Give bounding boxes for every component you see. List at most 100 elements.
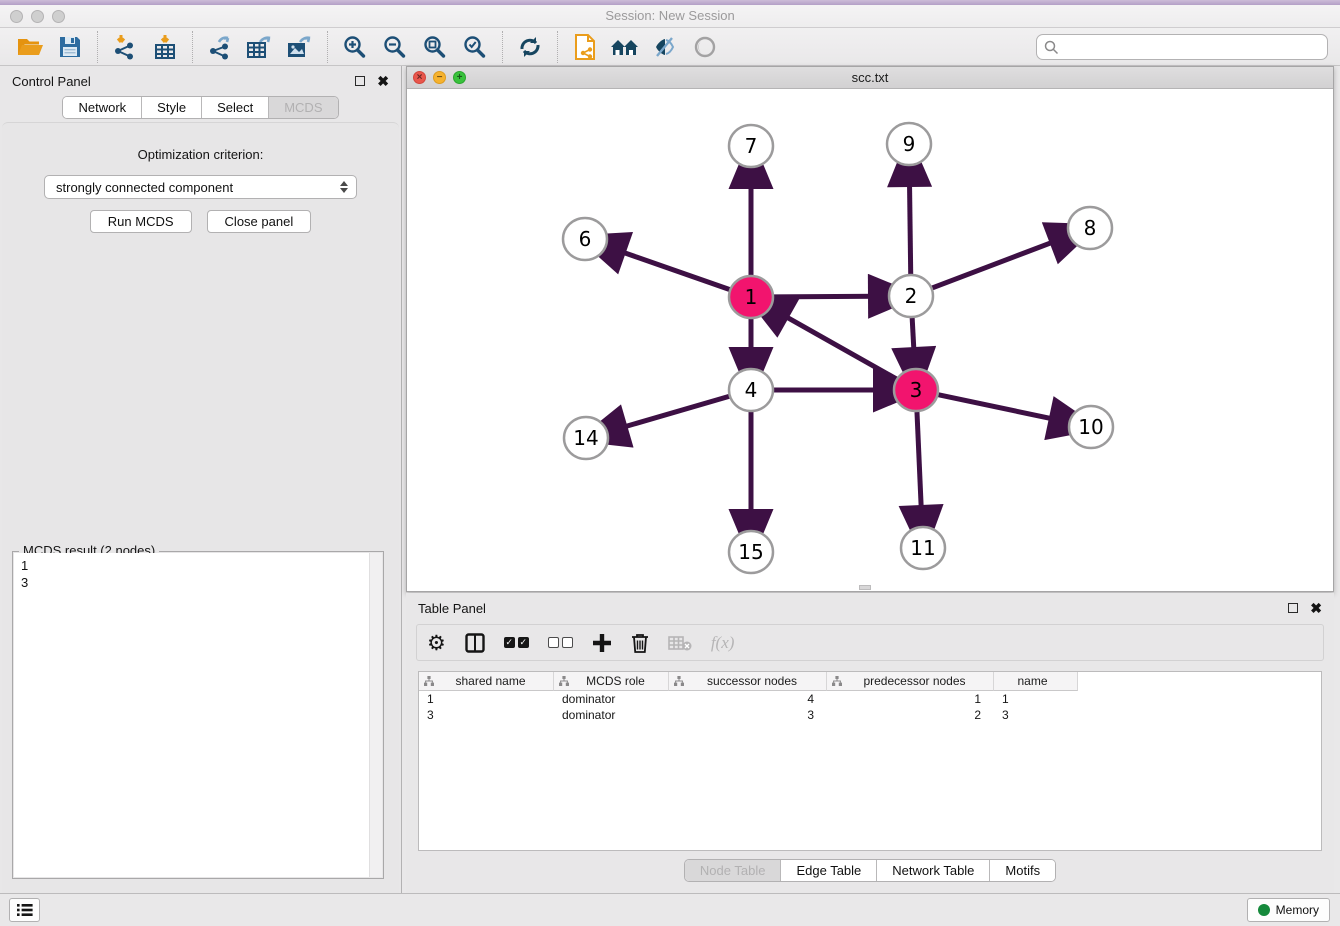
- task-history-button[interactable]: [9, 898, 40, 922]
- edge-2-8[interactable]: [932, 240, 1059, 288]
- node-4[interactable]: 4: [729, 369, 773, 411]
- mcds-result-box: MCDS result (2 nodes) 1 3: [12, 551, 384, 879]
- tab-network-table[interactable]: Network Table: [876, 860, 989, 881]
- main-toolbar: [0, 28, 1340, 66]
- app-title-bar: Session: New Session: [0, 0, 1340, 28]
- apply-layout-icon[interactable]: [510, 31, 550, 63]
- hide-selected-icon[interactable]: [645, 31, 685, 63]
- add-column-icon[interactable]: [592, 633, 612, 653]
- select-all-icon[interactable]: ✓✓: [504, 637, 529, 648]
- table-cell: 3: [669, 707, 827, 723]
- tab-motifs[interactable]: Motifs: [989, 860, 1055, 881]
- control-panel: Control Panel ✖ NetworkStyleSelectMCDS O…: [0, 66, 402, 893]
- mcds-result-text[interactable]: 1 3: [14, 555, 368, 877]
- tab-select[interactable]: Select: [201, 97, 268, 118]
- node-11[interactable]: 11: [901, 527, 945, 569]
- delete-table-icon: [668, 635, 692, 651]
- tab-style[interactable]: Style: [141, 97, 201, 118]
- zoom-in-icon[interactable]: [335, 31, 375, 63]
- table-cell: 3: [419, 707, 554, 723]
- edge-3-11[interactable]: [917, 412, 922, 514]
- export-image-icon[interactable]: [280, 31, 320, 63]
- node-7[interactable]: 7: [729, 125, 773, 167]
- node-1[interactable]: 1: [729, 276, 773, 318]
- network-canvas[interactable]: 7 9 6 8 1 2 4 3 14 10 15 11: [407, 89, 1333, 591]
- home-icon[interactable]: [605, 31, 645, 63]
- attribute-tree-icon: [424, 676, 434, 686]
- memory-button-label: Memory: [1276, 903, 1319, 917]
- column-header-predecessor-nodes[interactable]: predecessor nodes: [827, 672, 994, 691]
- table-row[interactable]: 3dominator323: [419, 707, 1321, 723]
- delete-column-icon[interactable]: [631, 633, 649, 653]
- float-table-panel-icon[interactable]: [1288, 603, 1298, 613]
- memory-status-icon: [1258, 904, 1270, 916]
- edge-1-2[interactable]: [773, 296, 877, 297]
- tab-network[interactable]: Network: [63, 97, 141, 118]
- unselect-all-icon[interactable]: [548, 637, 573, 648]
- mcds-panel: Optimization criterion: strongly connect…: [2, 122, 399, 893]
- clone-network-icon[interactable]: [565, 31, 605, 63]
- memory-button[interactable]: Memory: [1247, 898, 1330, 922]
- column-header-shared-name[interactable]: shared name: [419, 672, 554, 691]
- export-network-icon[interactable]: [200, 31, 240, 63]
- column-header-name[interactable]: name: [994, 672, 1078, 691]
- table-tabs: Node TableEdge TableNetwork TableMotifs: [684, 859, 1056, 882]
- node-6[interactable]: 6: [563, 218, 607, 260]
- zoom-selected-icon[interactable]: [455, 31, 495, 63]
- node-9[interactable]: 9: [887, 123, 931, 165]
- node-table[interactable]: shared nameMCDS rolesuccessor nodesprede…: [418, 671, 1322, 851]
- search-icon: [1044, 40, 1059, 55]
- toolbar-separator: [327, 31, 328, 63]
- edge-3-10[interactable]: [938, 395, 1058, 420]
- tab-mcds[interactable]: MCDS: [268, 97, 337, 118]
- search-input[interactable]: [1064, 37, 1319, 57]
- settings-gear-icon[interactable]: ⚙: [427, 633, 446, 653]
- node-8[interactable]: 8: [1068, 207, 1112, 249]
- import-table-icon[interactable]: [145, 31, 185, 63]
- toolbar-separator: [557, 31, 558, 63]
- save-session-icon[interactable]: [50, 31, 90, 63]
- table-row[interactable]: 1dominator411: [419, 691, 1321, 707]
- status-bar: Memory: [0, 893, 1340, 926]
- node-3[interactable]: 3: [894, 369, 938, 411]
- tab-edge-table[interactable]: Edge Table: [780, 860, 876, 881]
- close-panel-icon[interactable]: ✖: [377, 76, 389, 86]
- export-table-icon[interactable]: [240, 31, 280, 63]
- table-panel: Table Panel ✖ ⚙ ✓✓ f(x) shared nameMCDS …: [406, 593, 1334, 893]
- show-all-icon[interactable]: [685, 31, 725, 63]
- optimization-select[interactable]: strongly connected component: [44, 175, 357, 199]
- window-accent-strip: [0, 0, 1340, 5]
- toolbar-separator: [97, 31, 98, 63]
- close-panel-button[interactable]: Close panel: [207, 210, 312, 233]
- function-builder-icon: f(x): [711, 633, 735, 653]
- column-header-successor-nodes[interactable]: successor nodes: [669, 672, 827, 691]
- window-resize-handle[interactable]: [859, 585, 871, 590]
- open-file-icon[interactable]: [10, 31, 50, 63]
- node-2[interactable]: 2: [889, 275, 933, 317]
- edge-1-6[interactable]: [617, 250, 730, 290]
- result-scrollbar[interactable]: [369, 553, 382, 877]
- network-window-title-bar[interactable]: × − + scc.txt: [407, 67, 1333, 89]
- network-graph[interactable]: 7 9 6 8 1 2 4 3 14 10 15 11: [407, 89, 1333, 591]
- edge-2-9[interactable]: [909, 178, 910, 274]
- zoom-fit-icon[interactable]: [415, 31, 455, 63]
- attribute-tree-icon: [674, 676, 684, 686]
- node-15[interactable]: 15: [729, 531, 773, 573]
- workspace: Control Panel ✖ NetworkStyleSelectMCDS O…: [0, 66, 1340, 893]
- node-10[interactable]: 10: [1069, 406, 1113, 448]
- edge-4-14[interactable]: [619, 396, 730, 428]
- import-network-icon[interactable]: [105, 31, 145, 63]
- search-field[interactable]: [1036, 34, 1328, 60]
- table-cell: 4: [669, 691, 827, 707]
- float-panel-icon[interactable]: [355, 76, 365, 86]
- network-view-window: × − + scc.txt 7 9 6 8 1 2 4 3 14 10 15 11: [406, 66, 1334, 592]
- show-column-icon[interactable]: [465, 633, 485, 653]
- node-14[interactable]: 14: [564, 417, 608, 459]
- column-header-MCDS-role[interactable]: MCDS role: [554, 672, 669, 691]
- close-table-panel-icon[interactable]: ✖: [1310, 603, 1322, 613]
- run-mcds-button[interactable]: Run MCDS: [90, 210, 192, 233]
- zoom-out-icon[interactable]: [375, 31, 415, 63]
- edge-3-1[interactable]: [781, 314, 897, 380]
- edge-2-3[interactable]: [912, 318, 914, 356]
- tab-node-table[interactable]: Node Table: [685, 860, 781, 881]
